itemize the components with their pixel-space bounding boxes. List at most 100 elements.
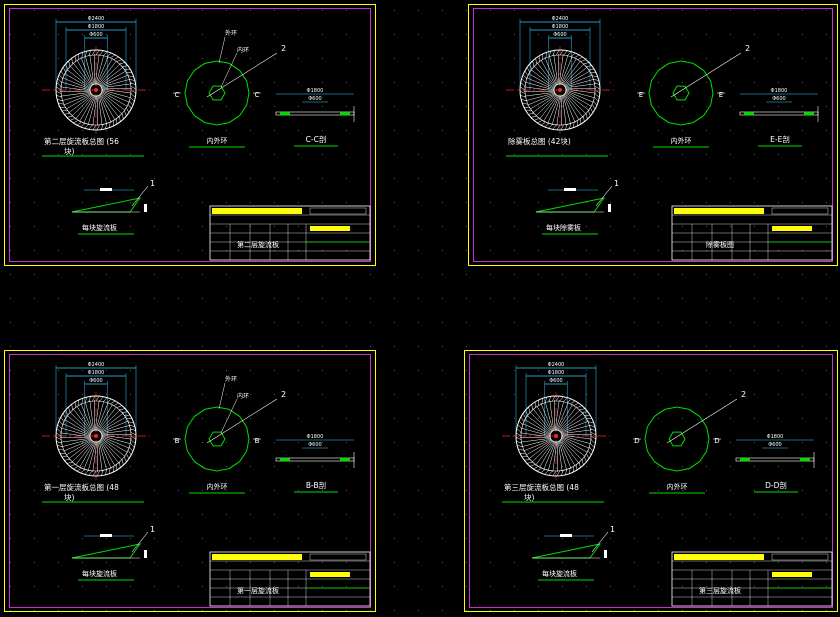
section-view: Φ1800 Φ600 <box>275 434 355 468</box>
main-view-title: 第二层旋流板总图 (56 <box>44 136 119 146</box>
title-block-cell <box>771 207 829 215</box>
leader-outer-ring <box>218 382 226 410</box>
main-view-title-cont: 块) <box>524 492 534 502</box>
blade-dim-text-mark <box>100 534 112 537</box>
section-hatch-right <box>804 112 814 115</box>
section-dim-inner-label: Φ600 <box>308 442 321 448</box>
section-dim-inner-label: Φ600 <box>308 96 321 102</box>
ring-view: E E 2 <box>637 44 750 126</box>
section-dim-outer-label: Φ1800 <box>307 88 324 94</box>
main-view-title: 第三层旋流板总图 (48 <box>504 482 579 492</box>
center-mark <box>554 434 558 438</box>
leader-line-1 <box>131 531 149 553</box>
title-block: 第三层旋流板 <box>671 551 833 607</box>
callout-2: 2 <box>281 44 286 53</box>
main-view-disk: Φ2400 Φ1800 Φ600 <box>506 16 614 134</box>
section-view-title: D-D剖 <box>765 480 787 490</box>
blade-height-mark <box>608 204 611 212</box>
main-view-title: 除雾板总图 (42块) <box>508 136 571 146</box>
section-dim-inner-label: Φ600 <box>768 442 781 448</box>
section-view-title: B-B剖 <box>306 480 326 490</box>
blade-outline <box>71 197 142 213</box>
blade-height-mark <box>144 550 147 558</box>
section-hatch-left <box>280 458 290 461</box>
dimension-label: Φ600 <box>553 32 566 38</box>
blade-view-title: 每块旋流板 <box>82 223 117 232</box>
blade-dim-text-mark <box>564 188 576 191</box>
inner-ring-hexagon <box>668 431 686 447</box>
section-marker-right: C <box>255 91 260 99</box>
ring-view: C C 2 外环内环 <box>173 29 286 126</box>
drawing-sheet-1: Φ2400 Φ1800 Φ600 第二层旋流板总图 (56块) C C 2 外环内环内外环 Φ1… <box>4 4 376 266</box>
callout-2: 2 <box>281 390 286 399</box>
section-marker-right: B <box>255 437 260 445</box>
label-outer-ring: 外环 <box>225 29 237 37</box>
section-hatch-left <box>744 112 754 115</box>
blade-view-title: 每块旋流板 <box>542 569 577 578</box>
dimension-label: Φ2400 <box>88 362 105 368</box>
dimension-label: Φ600 <box>89 32 102 38</box>
blade-height-mark <box>604 550 607 558</box>
title-block-drawing-name: 除雾板图 <box>706 240 734 249</box>
section-hatch-right <box>800 458 810 461</box>
drawing-sheet-3: Φ2400 Φ1800 Φ600 第一层旋流板总图 (48块) B B 2 外环内环内外环 Φ1… <box>4 350 376 612</box>
leader-line-2 <box>206 398 278 444</box>
section-view: Φ1800 Φ600 <box>739 88 819 122</box>
callout-1: 1 <box>150 525 155 534</box>
section-hatch-left <box>740 458 750 461</box>
section-hatch-right <box>340 458 350 461</box>
dimension-label: Φ1800 <box>552 24 569 30</box>
callout-2: 2 <box>741 390 746 399</box>
ring-view-title: 内外环 <box>671 136 692 145</box>
outer-ring-polygon <box>644 406 710 472</box>
leader-line-1 <box>595 185 613 207</box>
blade-view-title: 每块除雾板 <box>546 223 581 232</box>
title-block-mark <box>772 226 812 231</box>
ring-view: D D 2 <box>633 390 746 472</box>
blade-dim-text-mark <box>560 534 572 537</box>
leader-line-2 <box>206 52 278 98</box>
grid-dots <box>10 10 827 611</box>
main-view-title: 第一层旋流板总图 (48 <box>44 482 119 492</box>
main-view-title-cont: 块) <box>64 146 74 156</box>
dimension-label: Φ2400 <box>88 16 105 22</box>
section-view-title: C-C剖 <box>306 134 327 144</box>
section-hatch-left <box>280 112 290 115</box>
blade-view: 1 <box>531 525 615 559</box>
label-inner-ring: 内环 <box>237 392 249 400</box>
label-outer-ring: 外环 <box>225 375 237 383</box>
leader-inner-ring <box>220 52 238 88</box>
outer-ring-polygon <box>648 60 714 126</box>
center-mark <box>558 88 562 92</box>
callout-1: 1 <box>614 179 619 188</box>
title-block-cell <box>309 553 367 561</box>
drawing-sheets: Φ2400Φ1800Φ600第二层旋流板总图 (56块)C C2外环内环内外环Φ1… <box>4 4 838 612</box>
section-view: Φ1800 Φ600 <box>735 434 815 468</box>
leader-line-2 <box>670 52 742 98</box>
title-block-company-bar <box>212 554 302 560</box>
inner-ring-hexagon <box>208 85 226 101</box>
dimension-label: Φ2400 <box>548 362 565 368</box>
title-block-drawing-name: 第三层旋流板 <box>699 586 741 595</box>
leader-inner-ring <box>220 398 238 434</box>
cad-drawing-canvas[interactable]: Φ2400Φ1800Φ600第二层旋流板总图 (56块)C C2外环内环内外环Φ1… <box>0 0 840 617</box>
blade-height-mark <box>144 204 147 212</box>
ring-view: B B 2 外环内环 <box>173 375 286 472</box>
section-dim-outer-label: Φ1800 <box>771 88 788 94</box>
section-dim-outer-label: Φ1800 <box>307 434 324 440</box>
callout-1: 1 <box>150 179 155 188</box>
blade-view: 1 <box>71 525 155 559</box>
title-block-mark <box>772 572 812 577</box>
blade-view: 1 <box>71 179 155 213</box>
ring-view-title: 内外环 <box>207 482 228 491</box>
dimension-label: Φ1800 <box>548 370 565 376</box>
dimension-label: Φ1800 <box>88 24 105 30</box>
section-marker-left: C <box>175 91 180 99</box>
dimension-label: Φ1800 <box>88 370 105 376</box>
section-marker-right: E <box>719 91 723 99</box>
section-hatch-right <box>340 112 350 115</box>
title-block-company-bar <box>674 554 764 560</box>
leader-line-2 <box>666 398 738 444</box>
title-block-drawing-name: 第二层旋流板 <box>237 240 279 249</box>
section-view: Φ1800 Φ600 <box>275 88 355 122</box>
